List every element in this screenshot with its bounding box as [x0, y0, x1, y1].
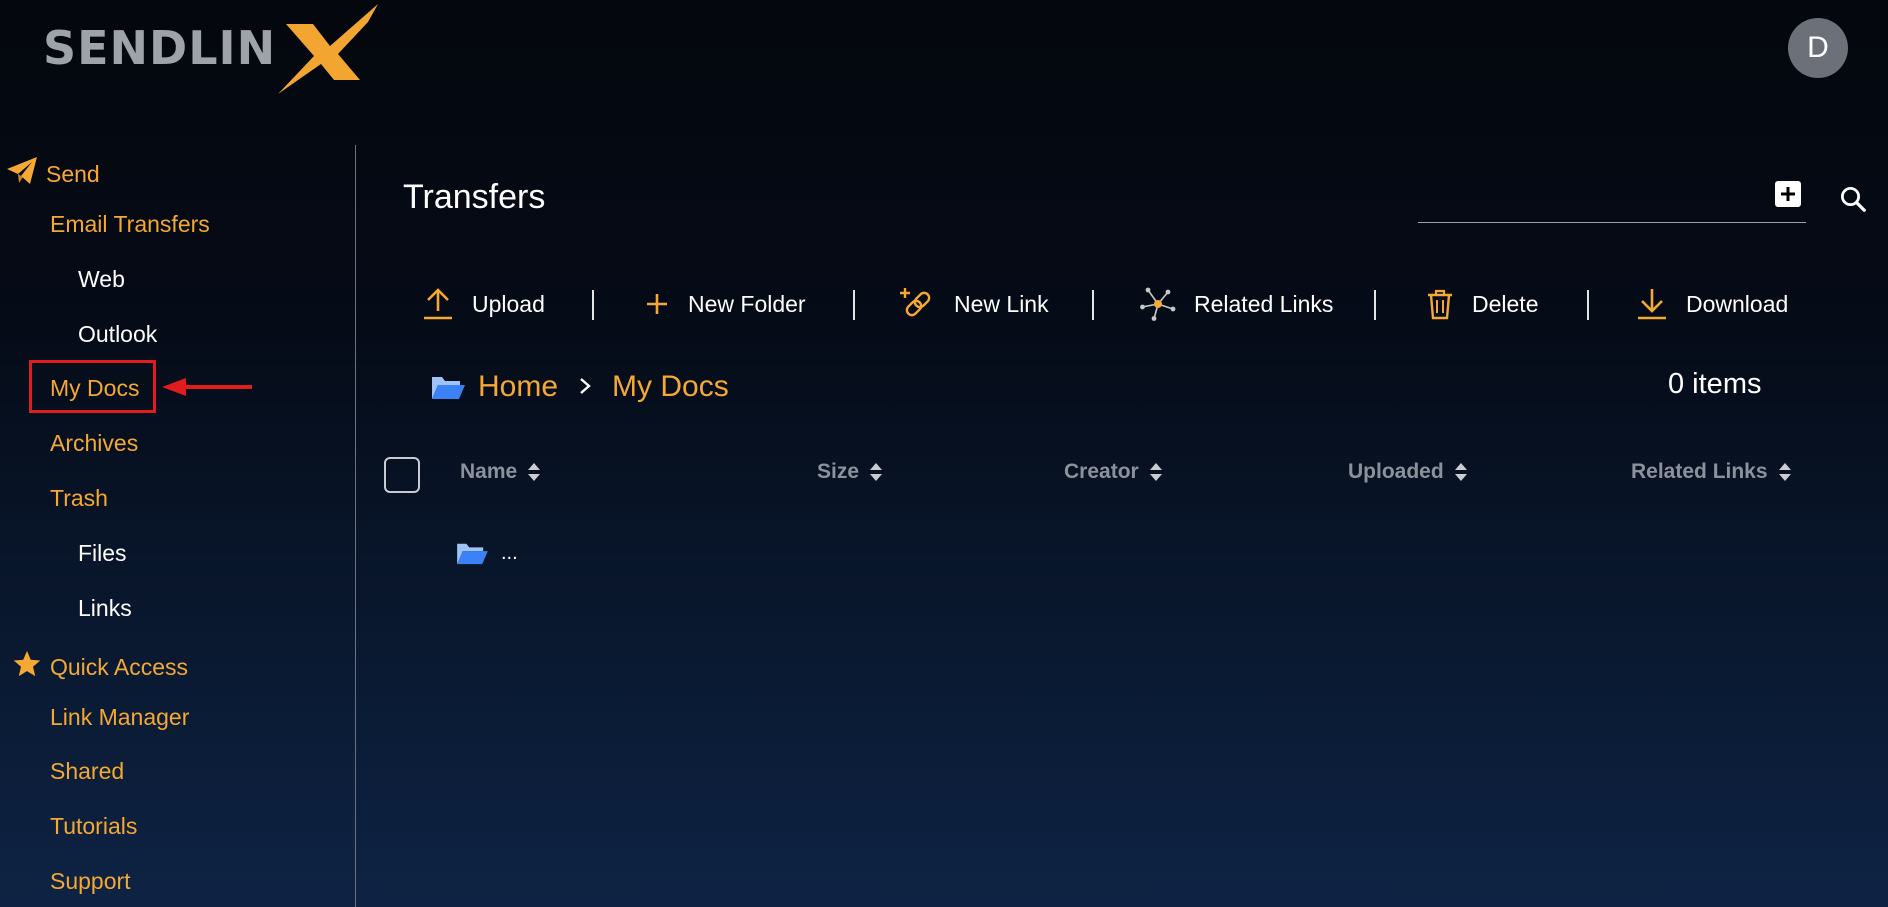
add-link-icon: [900, 288, 931, 317]
add-button[interactable]: [1775, 181, 1801, 207]
sidebar-item-label: Quick Access: [50, 653, 189, 680]
plus-icon: [1781, 187, 1795, 201]
upload-icon: [424, 288, 452, 320]
sidebar-item-support[interactable]: Support: [50, 868, 131, 895]
column-header-uploaded[interactable]: Uploaded: [1348, 460, 1468, 484]
search-icon[interactable]: [1838, 184, 1868, 219]
sidebar-item-send[interactable]: Send: [6, 156, 100, 192]
related-links-button[interactable]: Related Links: [1140, 282, 1333, 326]
search-input[interactable]: [1418, 188, 1762, 222]
column-header-name[interactable]: Name: [460, 460, 541, 484]
sidebar-divider: [355, 145, 356, 907]
sidebar-item-links[interactable]: Links: [78, 595, 132, 622]
column-label: Creator: [1064, 460, 1139, 483]
column-label: Size: [817, 460, 860, 483]
column-header-related-links[interactable]: Related Links: [1631, 460, 1792, 484]
new-link-button[interactable]: New Link: [900, 282, 1049, 326]
column-header-size[interactable]: Size: [817, 460, 883, 484]
chevron-right-icon: [578, 372, 592, 403]
sidebar-item-tutorials[interactable]: Tutorials: [50, 813, 137, 840]
sidebar-item-label: Support: [50, 868, 131, 894]
new-folder-label: New Folder: [688, 290, 806, 317]
breadcrumb: Home My Docs: [430, 370, 729, 404]
sidebar-item-label: Web: [78, 266, 125, 292]
column-label: Uploaded: [1348, 460, 1444, 483]
row-label: ...: [501, 541, 518, 564]
new-link-label: New Link: [954, 290, 1049, 317]
avatar-letter: D: [1807, 31, 1829, 64]
table-row[interactable]: ...: [455, 540, 518, 566]
toolbar-divider: [1092, 290, 1094, 320]
sidebar-item-label: Link Manager: [50, 704, 190, 730]
toolbar-divider: [1587, 290, 1589, 320]
sidebar-item-outlook[interactable]: Outlook: [78, 321, 157, 348]
sendlinx-logo: SENDLIN: [38, 2, 398, 94]
star-icon: [12, 649, 42, 685]
folder-open-icon: [430, 373, 466, 401]
sidebar-item-label: Send: [46, 160, 100, 187]
sidebar-item-archives[interactable]: Archives: [50, 430, 138, 457]
user-avatar[interactable]: D: [1788, 18, 1848, 78]
sidebar-item-files[interactable]: Files: [78, 540, 127, 567]
sidebar-item-label: Links: [78, 595, 132, 621]
sidebar-item-shared[interactable]: Shared: [50, 758, 124, 785]
toolbar-divider: [592, 290, 594, 320]
sidebar-item-label: Outlook: [78, 321, 158, 347]
toolbar-divider: [853, 290, 855, 320]
sidebar-item-label: Files: [78, 540, 127, 566]
sort-icon: [1454, 463, 1467, 481]
network-icon: [1140, 287, 1176, 321]
column-label: Related Links: [1631, 460, 1768, 483]
folder-open-icon: [455, 540, 489, 566]
sort-icon: [528, 463, 541, 481]
download-label: Download: [1686, 290, 1789, 317]
download-icon: [1638, 289, 1666, 320]
sidebar-item-quick-access[interactable]: Quick Access: [12, 649, 188, 685]
sort-icon: [1149, 463, 1162, 481]
delete-label: Delete: [1472, 290, 1539, 317]
my-docs-highlight-box: [29, 360, 156, 413]
items-count: 0 items: [1668, 368, 1762, 400]
sidebar-item-email-transfers[interactable]: Email Transfers: [50, 211, 210, 238]
breadcrumb-home[interactable]: Home: [478, 370, 558, 404]
paper-plane-icon: [6, 156, 38, 192]
upload-button[interactable]: Upload: [422, 282, 545, 326]
download-button[interactable]: Download: [1636, 282, 1788, 326]
page-title: Transfers: [403, 178, 546, 216]
sort-icon: [1778, 463, 1791, 481]
plus-icon: [647, 294, 667, 314]
new-folder-button[interactable]: New Folder: [644, 282, 806, 326]
toolbar-divider: [1374, 290, 1376, 320]
select-all-checkbox[interactable]: [384, 457, 420, 493]
sidebar-item-label: Shared: [50, 758, 125, 784]
red-arrow-annotation: [160, 376, 254, 403]
svg-text:SENDLIN: SENDLIN: [43, 21, 276, 75]
breadcrumb-current[interactable]: My Docs: [612, 370, 729, 404]
delete-button[interactable]: Delete: [1426, 282, 1538, 326]
search-underline: [1418, 222, 1806, 223]
sidebar-item-web[interactable]: Web: [78, 266, 125, 293]
column-header-creator[interactable]: Creator: [1064, 460, 1163, 484]
related-links-label: Related Links: [1194, 290, 1334, 317]
trash-icon: [1428, 289, 1452, 320]
sidebar-item-label: Tutorials: [50, 813, 138, 839]
sidebar-item-label: Archives: [50, 430, 139, 456]
sidebar-item-trash[interactable]: Trash: [50, 485, 108, 512]
upload-label: Upload: [472, 290, 545, 317]
column-label: Name: [460, 460, 518, 483]
sidebar-item-label: Trash: [50, 485, 108, 511]
sidebar-item-label: Email Transfers: [50, 211, 210, 237]
sort-icon: [870, 463, 883, 481]
sidebar-item-link-manager[interactable]: Link Manager: [50, 704, 189, 731]
